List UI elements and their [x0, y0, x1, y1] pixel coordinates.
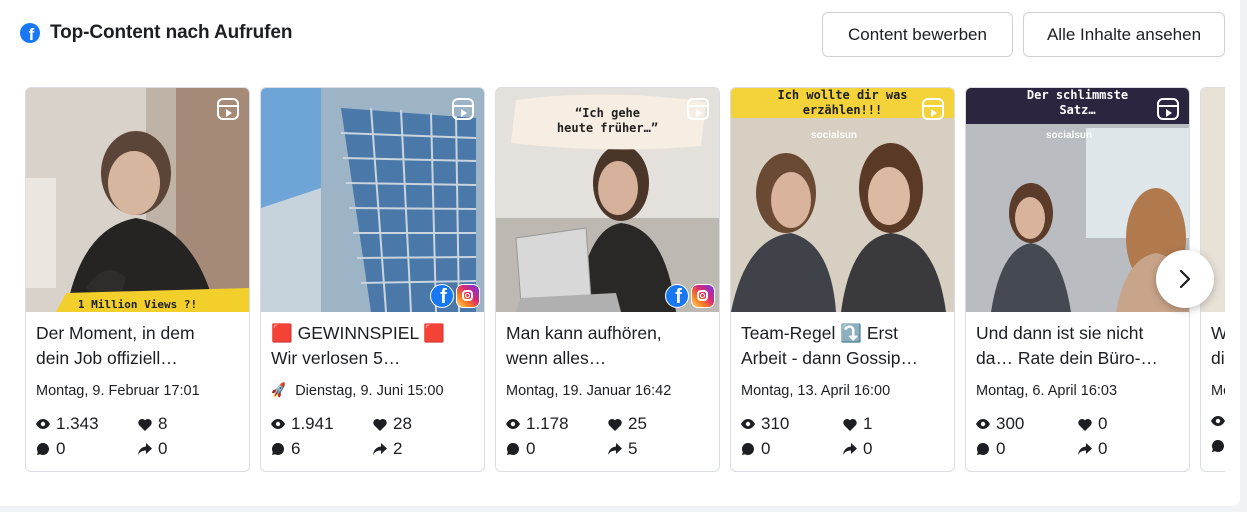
thumbnail-caption: 1 Million Views ?!	[77, 298, 198, 311]
instagram-icon	[691, 284, 715, 308]
share-icon	[373, 442, 387, 456]
card-title[interactable]: Team-Regel ⤵️ Erst Arbeit - dann Gossip…	[741, 321, 946, 371]
thumbnail-caption: “Ich gehe heute früher…”	[556, 106, 659, 135]
shares-stat: 0	[138, 439, 167, 459]
eye-icon	[976, 417, 990, 431]
rocket-icon: 🚀	[269, 381, 289, 400]
comment-icon	[506, 442, 520, 456]
post-thumbnail[interactable]: Ich wollte dir was erzählen!!! socialsun	[731, 88, 954, 312]
views-stat: 1.941	[271, 414, 334, 434]
heart-icon	[608, 417, 622, 431]
comment-icon	[1211, 439, 1225, 453]
likes-stat: 25	[608, 414, 647, 434]
post-date: Montag, 19. Januar 16:42	[506, 383, 672, 399]
promote-content-button[interactable]: Content bewerben	[822, 12, 1013, 57]
post-thumbnail[interactable]: “Ich gehe heute früher…” f	[496, 88, 719, 312]
content-carousel: 1 Million Views ?! Der Moment, in dem de…	[25, 87, 1225, 473]
card-title[interactable]: 🟥 GEWINNSPIEL 🟥 Wir verlosen 5…	[271, 321, 476, 371]
heart-icon	[1078, 417, 1092, 431]
page-background	[0, 506, 1247, 512]
heart-icon	[138, 417, 152, 431]
heart-icon	[843, 417, 857, 431]
post-date: Montag, 6. April 16:03	[976, 383, 1118, 399]
views-stat: 310	[741, 414, 789, 434]
carousel-next-button[interactable]	[1156, 250, 1214, 308]
likes-stat: 28	[373, 414, 412, 434]
share-icon	[843, 442, 857, 456]
panel-header: f Top-Content nach Aufrufen	[20, 22, 292, 44]
post-date: 🚀 Dienstag, 9. Juni 15:00	[269, 381, 444, 400]
eye-icon	[36, 417, 50, 431]
post-date: Montag, 13. April 16:00	[741, 383, 891, 399]
instagram-icon	[456, 284, 480, 308]
likes-stat: 8	[138, 414, 167, 434]
shares-stat: 0	[843, 439, 872, 459]
share-icon	[608, 442, 622, 456]
card-title[interactable]: Man kann aufhören, wenn alles…	[506, 321, 711, 371]
post-date: Mo	[1211, 383, 1225, 399]
share-icon	[1078, 442, 1092, 456]
facebook-icon: f	[20, 23, 40, 43]
comments-stat: 0	[506, 439, 535, 459]
views-stat	[1211, 414, 1225, 428]
view-all-content-button[interactable]: Alle Inhalte ansehen	[1023, 12, 1225, 57]
scrollbar-track[interactable]	[1240, 0, 1247, 512]
comments-stat: 0	[36, 439, 65, 459]
comment-icon	[271, 442, 285, 456]
content-card[interactable]: Ich wollte dir was erzählen!!! socialsun…	[730, 87, 955, 472]
thumbnail-image	[26, 88, 249, 312]
eye-icon	[271, 417, 285, 431]
card-title[interactable]: W di	[1211, 321, 1225, 371]
eye-icon	[741, 417, 755, 431]
chevron-right-icon	[1179, 269, 1191, 289]
card-title[interactable]: Der Moment, in dem dein Job offiziell…	[36, 321, 241, 371]
shares-stat: 0	[1078, 439, 1107, 459]
reel-icon	[1157, 98, 1179, 120]
comments-stat: 0	[976, 439, 1005, 459]
card-title[interactable]: Und dann ist sie nicht da… Rate dein Bür…	[976, 321, 1181, 371]
reel-icon	[922, 98, 944, 120]
content-card[interactable]: f 🟥 GEWINNSPIEL 🟥 Wir verlosen 5… 🚀 Dien…	[260, 87, 485, 472]
comment-icon	[36, 442, 50, 456]
comments-stat: 6	[271, 439, 300, 459]
reel-icon	[687, 98, 709, 120]
reel-icon	[452, 98, 474, 120]
views-stat: 1.343	[36, 414, 99, 434]
page-title: Top-Content nach Aufrufen	[50, 22, 293, 43]
content-card[interactable]: 1 Million Views ?! Der Moment, in dem de…	[25, 87, 250, 472]
content-card[interactable]: “Ich gehe heute früher…” f Man kann aufh…	[495, 87, 720, 472]
comments-stat: 0	[741, 439, 770, 459]
eye-icon	[1211, 414, 1225, 428]
post-thumbnail[interactable]: f	[261, 88, 484, 312]
comment-icon	[976, 442, 990, 456]
heart-icon	[373, 417, 387, 431]
shares-stat: 2	[373, 439, 402, 459]
thumbnail-caption: Der schlimmste Satz…	[1026, 88, 1129, 117]
likes-stat: 1	[843, 414, 872, 434]
brand-watermark: socialsun	[811, 130, 858, 141]
comment-icon	[741, 442, 755, 456]
views-stat: 1.178	[506, 414, 569, 434]
post-thumbnail[interactable]: 1 Million Views ?!	[26, 88, 249, 312]
reel-icon	[217, 98, 239, 120]
comments-stat	[1211, 439, 1225, 453]
post-date: Montag, 9. Februar 17:01	[36, 383, 200, 399]
likes-stat: 0	[1078, 414, 1107, 434]
platform-badges: f	[430, 284, 480, 308]
eye-icon	[506, 417, 520, 431]
shares-stat: 5	[608, 439, 637, 459]
facebook-icon: f	[665, 284, 689, 308]
thumbnail-image	[261, 88, 484, 312]
brand-watermark: socialsun	[1046, 130, 1093, 141]
thumbnail-caption: Ich wollte dir was erzählen!!!	[777, 88, 908, 117]
views-stat: 300	[976, 414, 1024, 434]
thumbnail-image	[731, 88, 954, 312]
top-content-panel: f Top-Content nach Aufrufen Content bewe…	[0, 0, 1240, 506]
facebook-icon: f	[430, 284, 454, 308]
share-icon	[138, 442, 152, 456]
platform-badges: f	[665, 284, 715, 308]
